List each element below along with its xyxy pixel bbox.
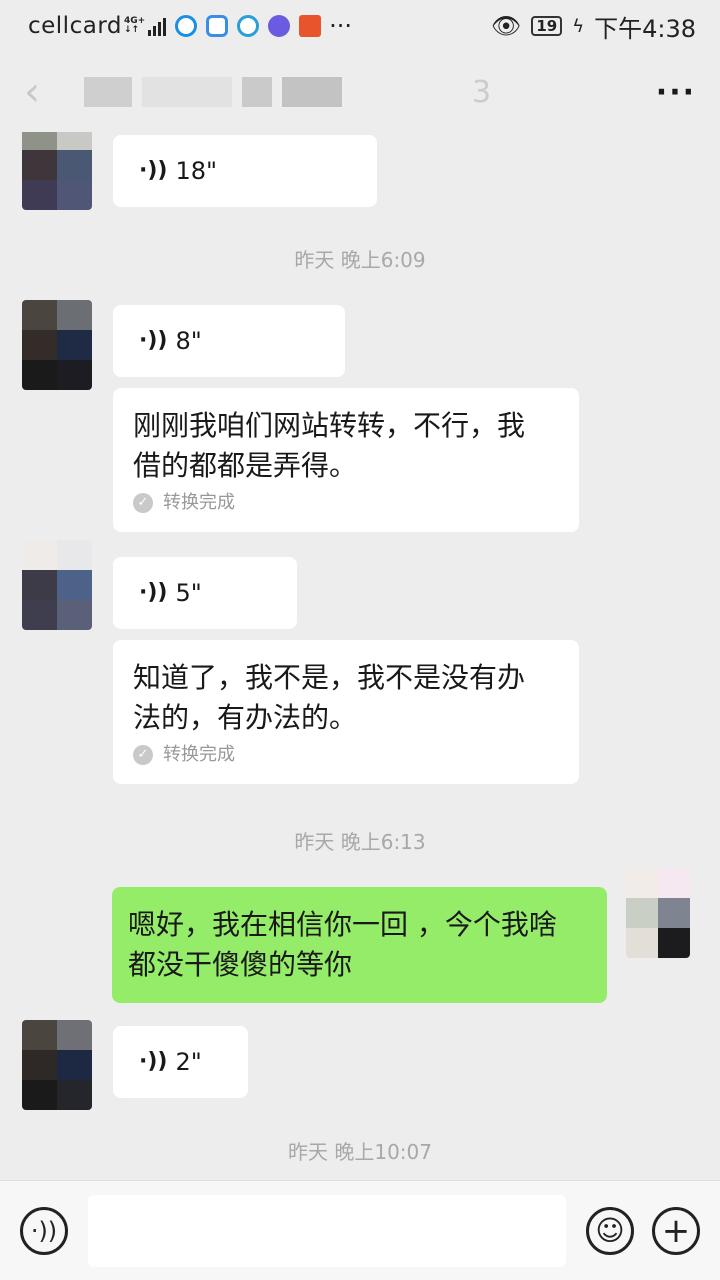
voice-message[interactable]: ·)) 5" [113,557,297,629]
signal-icon [148,16,167,36]
charging-icon: ϟ [572,15,585,37]
transcript-line: 借的都都是弄得。 [133,449,358,482]
voice-duration: 8" [175,327,202,355]
assistant-app-icon [237,15,260,37]
voice-transcript[interactable]: 刚刚我咱们网站转转，不行，我 借的都都是弄得。 ✓ 转换完成 [113,388,579,532]
news-app-icon [299,15,322,37]
my-avatar[interactable] [626,868,690,958]
chat-title-redacted [84,77,342,107]
voice-icon: ·)) [139,158,168,183]
chat-app-icon [206,15,229,37]
clock: 下午4:38 [594,14,696,43]
emoji-icon[interactable]: ☺ [586,1206,634,1255]
back-icon[interactable]: ‹ [24,69,64,115]
eye-icon: 👁 [490,12,522,40]
conversion-status-label: 转换完成 [163,492,235,513]
status-bar: cellcard 4G+ ↓↑ ··· 👁 19 ϟ 下午4:38 [0,0,720,52]
chat-title-suffix: 3 [472,74,492,110]
message-input[interactable] [88,1194,566,1267]
voice-message[interactable]: ·)) 8" [113,305,345,377]
message-list[interactable]: ·)) 18" 昨天 晚上6:09 ·)) 8" 刚刚我咱们网站转转，不行，我 … [0,132,720,1180]
voice-icon: ·)) [139,1049,168,1074]
voice-icon: ·)) [139,580,168,605]
voice-duration: 18" [175,157,218,185]
voice-message[interactable]: ·)) 2" [113,1026,248,1098]
voice-input-icon[interactable]: ·)) [20,1206,68,1255]
transcript-line: 刚刚我咱们网站转转，不行，我 [133,409,526,442]
voice-transcript[interactable]: 知道了，我不是，我不是没有办 法的，有办法的。 ✓ 转换完成 [113,640,579,784]
avatar[interactable] [22,540,92,630]
avatar[interactable] [22,300,92,390]
timestamp: 昨天 晚上6:13 [294,830,426,854]
conversion-status: ✓ 转换完成 [133,488,559,518]
avatar[interactable] [22,1020,92,1110]
message-line: 嗯好，我在相信你一回 ，今个我啥 [128,908,557,941]
voice-duration: 5" [175,579,202,607]
transcript-line: 法的，有办法的。 [133,701,358,734]
plus-icon[interactable]: + [652,1206,700,1255]
network-type: 4G+ ↓↑ [123,16,146,35]
voice-duration: 2" [175,1048,202,1076]
transcript-line: 知道了，我不是，我不是没有办 [133,661,526,694]
avatar[interactable] [22,132,92,210]
input-bar: ·)) ☺ + [0,1180,720,1280]
timestamp: 昨天 晚上6:09 [294,248,426,272]
browser-app-icon [175,15,198,37]
more-icon[interactable]: ··· [656,75,696,110]
carrier-name: cellcard [28,13,122,39]
chat-header: ‹ 3 ··· [0,52,720,132]
check-icon: ✓ [133,745,153,765]
sent-message[interactable]: 嗯好，我在相信你一回 ，今个我啥 都没干傻傻的等你 [112,887,607,1003]
music-app-icon [268,15,291,37]
voice-message[interactable]: ·)) 18" [113,135,377,207]
check-icon: ✓ [133,493,153,513]
conversion-status: ✓ 转换完成 [133,740,559,770]
battery-icon: 19 [531,16,563,36]
voice-icon: ·)) [139,328,168,353]
message-line: 都没干傻傻的等你 [128,948,353,981]
timestamp: 昨天 晚上10:07 [288,1140,432,1164]
conversion-status-label: 转换完成 [163,744,235,765]
more-notifications-icon: ··· [329,12,353,40]
